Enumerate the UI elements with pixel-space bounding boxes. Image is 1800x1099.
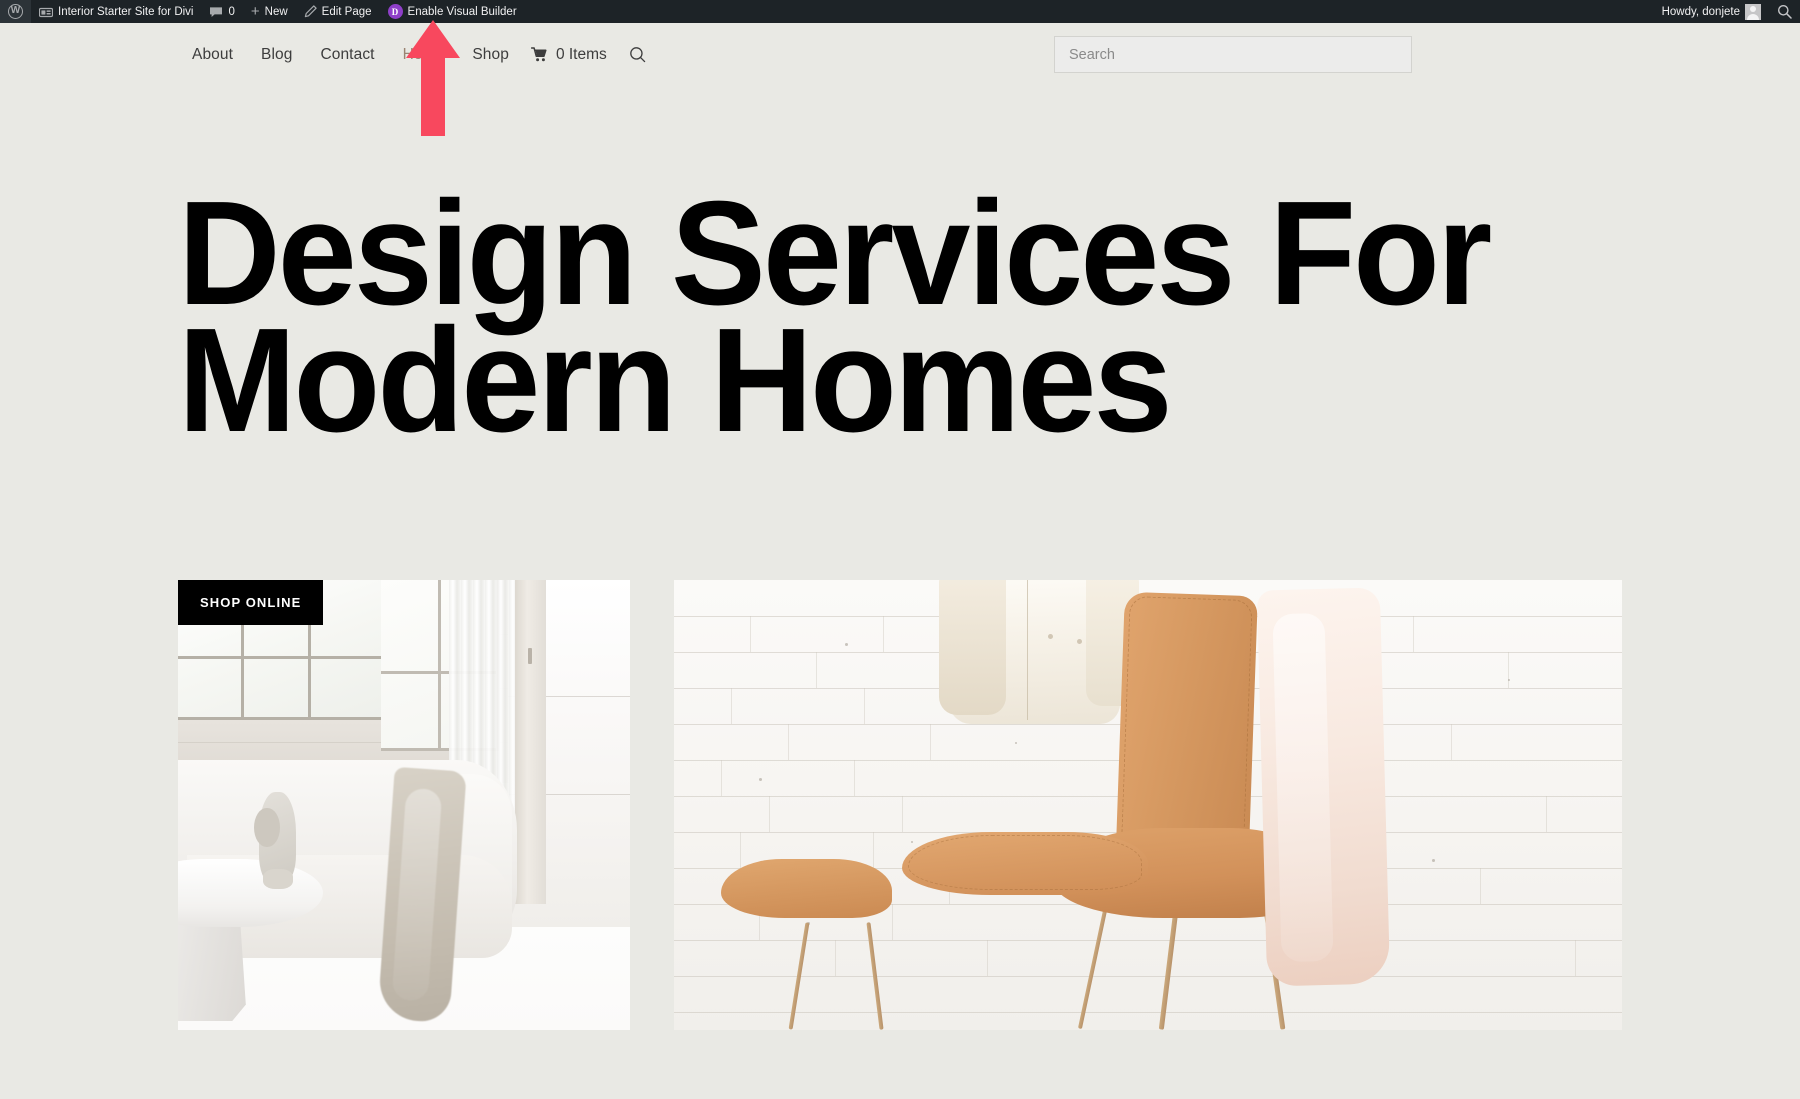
- interior-sofa-photo: [178, 580, 630, 1030]
- admin-bar-search-button[interactable]: [1769, 0, 1800, 23]
- edit-page-button[interactable]: Edit Page: [296, 0, 380, 23]
- howdy-label: Howdy, donjete: [1661, 5, 1740, 18]
- comment-bubble-icon: [209, 6, 223, 18]
- nav-item-shop[interactable]: Shop: [458, 46, 523, 64]
- new-content-label: New: [264, 5, 288, 18]
- primary-navigation: About Blog Contact Home Shop 0 Items: [178, 46, 646, 64]
- wordpress-logo-menu[interactable]: [0, 0, 31, 23]
- nav-item-about[interactable]: About: [178, 46, 247, 64]
- dashboard-site-icon: [39, 6, 53, 18]
- new-content-menu[interactable]: + New: [243, 0, 296, 23]
- nav-item-blog[interactable]: Blog: [247, 46, 306, 64]
- site-header: About Blog Contact Home Shop 0 Items: [0, 23, 1800, 86]
- user-avatar-icon: [1745, 3, 1761, 20]
- plus-icon: +: [250, 3, 260, 20]
- wp-admin-bar: Interior Starter Site for Divi 0 + New E…: [0, 0, 1800, 23]
- my-account-menu[interactable]: Howdy, donjete: [1654, 0, 1769, 23]
- cart-link[interactable]: 0 Items: [530, 45, 607, 64]
- nav-item-home[interactable]: Home: [389, 46, 459, 64]
- cart-item-count: 0 Items: [555, 45, 607, 63]
- edit-page-label: Edit Page: [321, 5, 372, 18]
- divi-logo-icon: D: [387, 4, 403, 19]
- pencil-icon: [304, 5, 317, 18]
- nav-search-icon[interactable]: [629, 46, 646, 63]
- page-title: Design Services For Modern Homes: [178, 171, 1492, 464]
- admin-bar-left-group: Interior Starter Site for Divi 0 + New E…: [0, 0, 525, 23]
- hero-section: Design Services For Modern Homes: [178, 171, 1608, 464]
- comments-menu[interactable]: 0: [201, 0, 242, 23]
- gallery-section: SHOP ONLINE: [178, 580, 1622, 1030]
- gallery-item-right[interactable]: [674, 580, 1622, 1030]
- search-icon: [1777, 4, 1792, 19]
- site-name-label: Interior Starter Site for Divi: [58, 5, 194, 18]
- comments-count: 0: [228, 5, 235, 18]
- leather-chairs-photo: [674, 580, 1622, 1030]
- header-search-container: [1054, 36, 1412, 73]
- nav-item-contact[interactable]: Contact: [306, 46, 388, 64]
- site-name-menu[interactable]: Interior Starter Site for Divi: [31, 0, 201, 23]
- gallery-item-left[interactable]: SHOP ONLINE: [178, 580, 630, 1030]
- shopping-cart-icon: [530, 47, 548, 62]
- admin-bar-right-group: Howdy, donjete: [1654, 0, 1800, 23]
- shop-online-badge[interactable]: SHOP ONLINE: [178, 580, 324, 625]
- enable-visual-builder-button[interactable]: D Enable Visual Builder: [380, 0, 525, 23]
- wordpress-logo-icon: [8, 3, 23, 19]
- search-input[interactable]: [1054, 36, 1412, 73]
- enable-visual-builder-label: Enable Visual Builder: [407, 5, 517, 18]
